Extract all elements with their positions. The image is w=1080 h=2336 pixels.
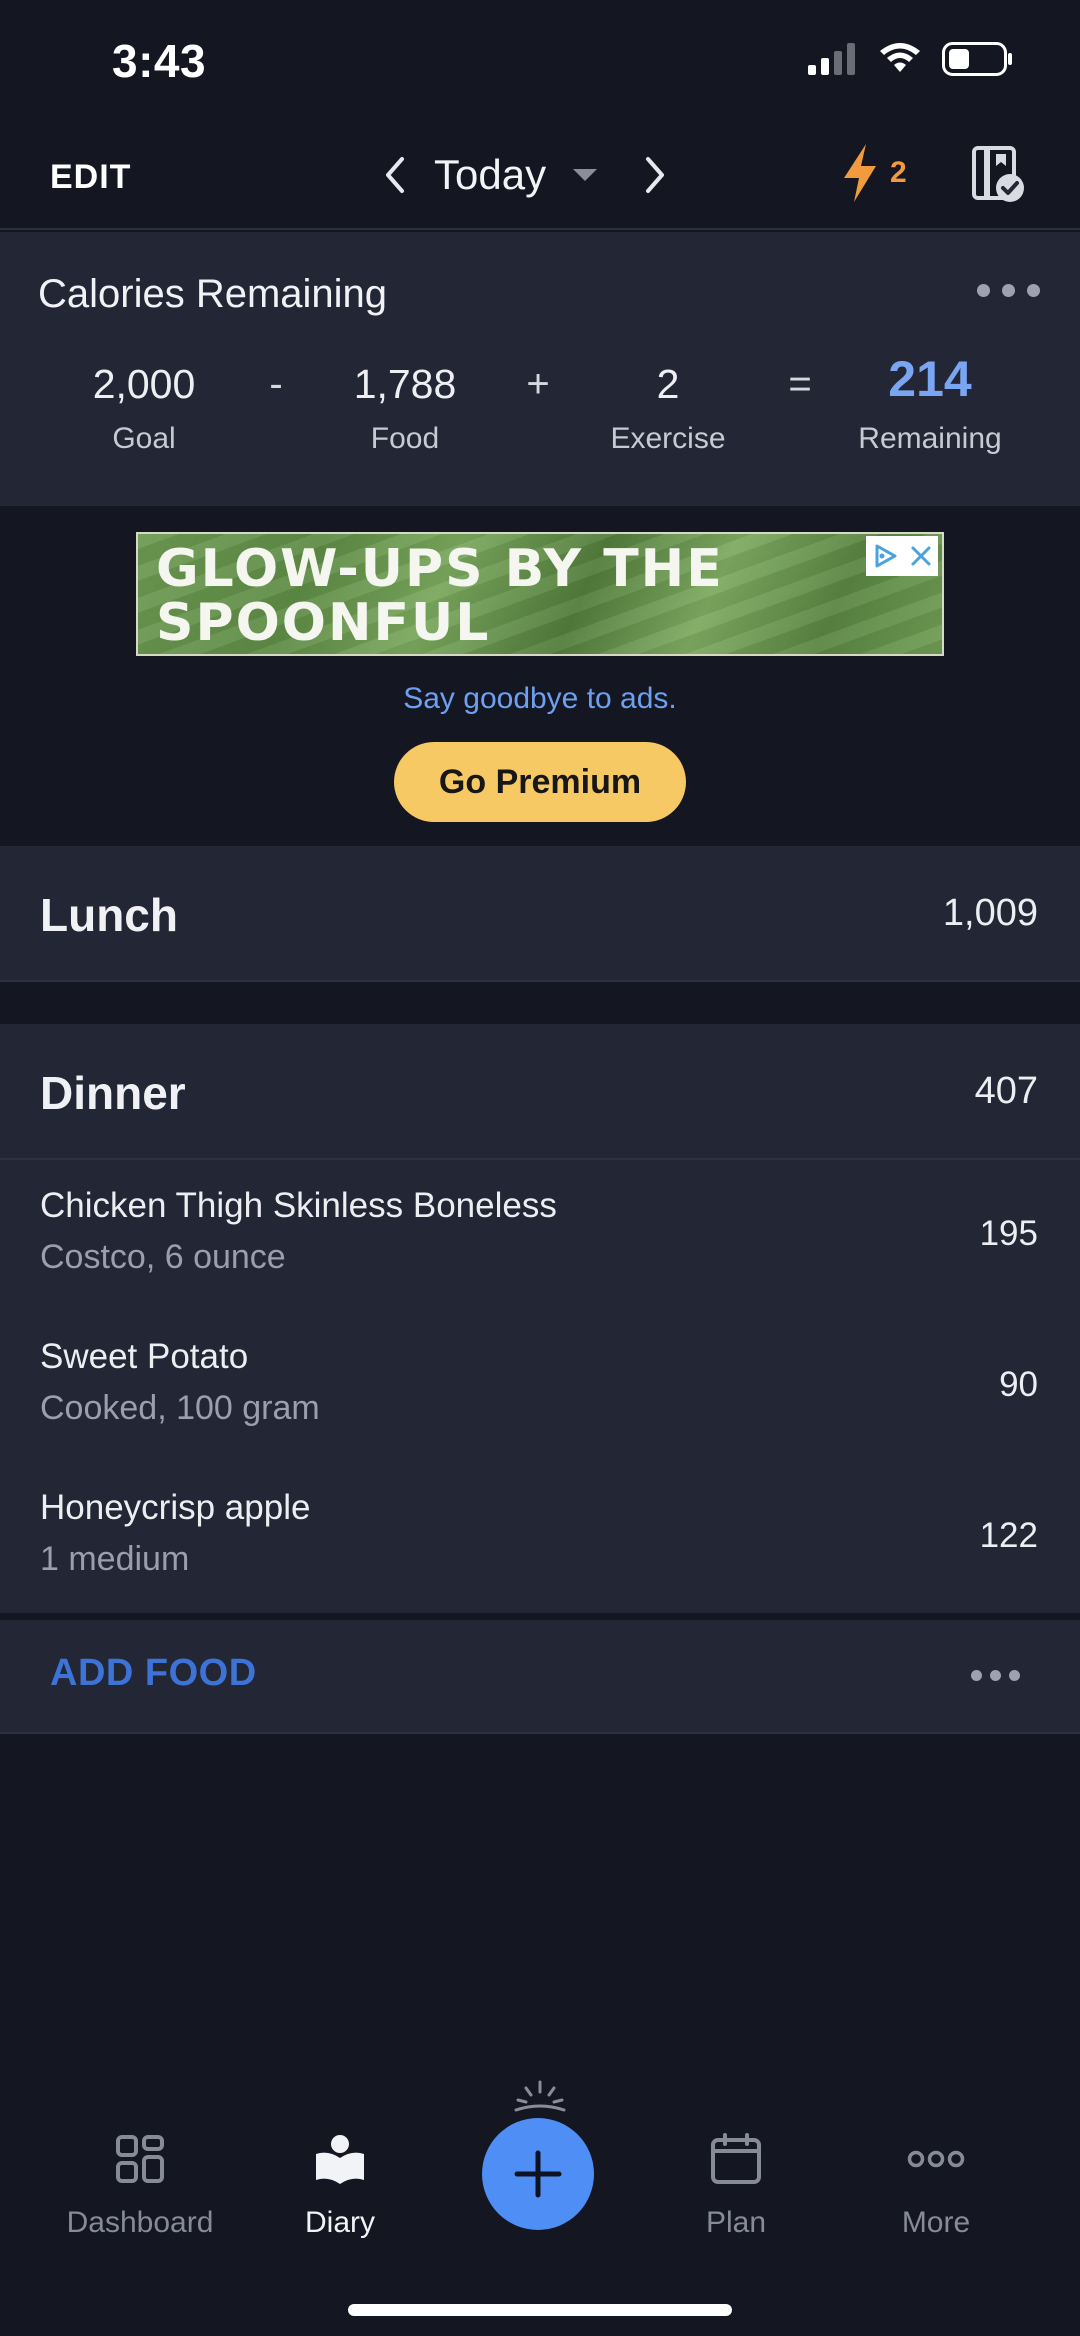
ad-choices[interactable]: [866, 536, 938, 576]
top-nav: EDIT Today 2: [0, 120, 1080, 230]
remaining-column: 214 Remaining: [830, 346, 1030, 456]
chevron-right-icon[interactable]: [640, 153, 670, 197]
exercise-column: 2 Exercise: [568, 356, 768, 456]
more-dot-icon: [1002, 284, 1015, 297]
remaining-label: Remaining: [858, 422, 1002, 455]
food-name: Sweet Potato: [40, 1337, 249, 1376]
exercise-label: Exercise: [610, 422, 726, 455]
more-dot-icon: [1027, 284, 1040, 297]
food-description: 1 medium: [40, 1540, 190, 1578]
meal-total: 407: [974, 1070, 1038, 1112]
meal-header-dinner[interactable]: Dinner 407: [0, 1024, 1080, 1160]
close-icon[interactable]: [909, 544, 933, 568]
food-item[interactable]: Sweet Potato Cooked, 100 gram 90: [0, 1311, 1080, 1462]
go-premium-button[interactable]: Go Premium: [394, 742, 686, 822]
home-indicator[interactable]: [348, 2304, 732, 2316]
more-dot-icon: [977, 284, 990, 297]
food-name: Honeycrisp apple: [40, 1488, 311, 1527]
remaining-value: 214: [888, 351, 972, 407]
tab-label: Plan: [705, 2206, 767, 2239]
wifi-icon: [880, 43, 920, 72]
status-bar: 3:43: [0, 0, 1080, 120]
diary-complete-icon[interactable]: [970, 144, 1026, 204]
goal-column: 2,000 Goal: [44, 356, 244, 456]
streak-count: 2: [890, 156, 907, 189]
status-time: 3:43: [112, 35, 207, 87]
meal-name: Lunch: [40, 889, 178, 941]
ad-banner[interactable]: GLOW-UPS BY THE SPOONFUL: [136, 532, 944, 656]
minus-operator: -: [269, 362, 283, 406]
calendar-icon: [636, 2124, 836, 2194]
add-food-row: ADD FOOD: [0, 1620, 1080, 1734]
calories-title: Calories Remaining: [38, 272, 388, 316]
chevron-left-icon[interactable]: [380, 153, 410, 197]
food-item[interactable]: Chicken Thigh Skinless Boneless Costco, …: [0, 1160, 1080, 1311]
more-dot-icon: [1009, 1670, 1020, 1681]
food-value: 1,788: [353, 361, 457, 407]
diary-screen: 3:43 EDIT Today 2 Calories Remaining 2,0…: [0, 0, 1080, 2336]
exercise-value: 2: [656, 361, 680, 407]
date-label[interactable]: Today: [434, 151, 546, 199]
more-circles-icon: [836, 2124, 1036, 2194]
calories-more-button[interactable]: [977, 284, 1040, 297]
food-calories: 195: [979, 1214, 1038, 1253]
food-description: Costco, 6 ounce: [40, 1238, 286, 1276]
food-description: Cooked, 100 gram: [40, 1389, 320, 1427]
tab-more[interactable]: More: [836, 2124, 1036, 2240]
tab-label: Diary: [304, 2206, 375, 2239]
streak-indicator[interactable]: 2: [840, 142, 907, 204]
more-dot-icon: [971, 1670, 982, 1681]
meal-total: 1,009: [942, 892, 1038, 934]
battery-icon: [942, 42, 1012, 76]
ad-headline: GLOW-UPS BY THE SPOONFUL: [156, 542, 724, 650]
cellular-signal-icon: [808, 43, 855, 75]
food-name: Chicken Thigh Skinless Boneless: [40, 1186, 557, 1225]
meal-name: Dinner: [40, 1067, 186, 1119]
sparkle-icon: [514, 2080, 566, 2112]
equals-operator: =: [788, 362, 812, 406]
diary-book-icon: [240, 2124, 440, 2194]
tab-label: More: [901, 2206, 971, 2239]
goal-value: 2,000: [92, 361, 196, 407]
bottom-tab-bar: Dashboard Diary Plan More: [0, 2080, 1080, 2336]
tab-diary[interactable]: Diary: [240, 2124, 440, 2240]
food-calories: 122: [979, 1516, 1038, 1555]
plus-icon: [514, 2150, 562, 2198]
goal-label: Goal: [112, 422, 176, 455]
ad-headline-line1: GLOW-UPS BY THE: [156, 539, 724, 599]
lightning-bolt-icon: [844, 144, 876, 202]
calories-remaining-panel: Calories Remaining 2,000 Goal - 1,788 Fo…: [0, 232, 1080, 506]
tab-label: Dashboard: [66, 2206, 214, 2239]
ad-area: GLOW-UPS BY THE SPOONFUL Say goodbye to …: [0, 506, 1080, 844]
more-dot-icon: [990, 1670, 1001, 1681]
food-item[interactable]: Honeycrisp apple 1 medium 122: [0, 1462, 1080, 1613]
food-label: Food: [370, 422, 440, 455]
date-navigator: Today: [380, 142, 670, 208]
add-entry-button[interactable]: [482, 2118, 594, 2230]
meal-header-lunch[interactable]: Lunch 1,009: [0, 846, 1080, 982]
adchoices-icon[interactable]: [871, 542, 899, 570]
ad-headline-line2: SPOONFUL: [156, 593, 491, 653]
add-food-button[interactable]: ADD FOOD: [50, 1652, 257, 1695]
tab-plan[interactable]: Plan: [636, 2124, 836, 2240]
edit-button[interactable]: EDIT: [50, 158, 131, 197]
caret-down-icon[interactable]: [570, 165, 600, 185]
plus-operator: +: [526, 362, 550, 406]
dinner-food-list: Chicken Thigh Skinless Boneless Costco, …: [0, 1160, 1080, 1613]
food-calories: 90: [999, 1365, 1038, 1404]
remove-ads-text[interactable]: Say goodbye to ads.: [0, 682, 1080, 716]
status-icons: [808, 42, 1014, 76]
food-column: 1,788 Food: [305, 356, 505, 456]
tab-dashboard[interactable]: Dashboard: [40, 2124, 240, 2240]
meal-options-button[interactable]: [971, 1670, 1020, 1681]
dashboard-icon: [40, 2124, 240, 2194]
